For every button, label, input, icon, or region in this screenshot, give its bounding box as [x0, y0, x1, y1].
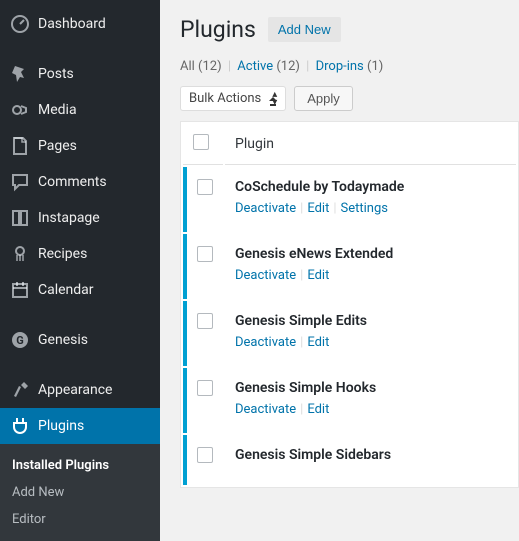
nav-label: Comments: [38, 174, 107, 190]
calendar-icon: [10, 280, 30, 300]
sidebar-item-recipes[interactable]: Recipes: [0, 236, 160, 272]
nav-label: Instapage: [38, 210, 100, 226]
sidebar-item-calendar[interactable]: Calendar: [0, 272, 160, 308]
row-actions: Deactivate|Edit: [235, 335, 506, 350]
select-all-checkbox[interactable]: [193, 134, 209, 150]
row-actions: Deactivate|Edit: [235, 268, 506, 283]
table-row: Genesis Simple Hooks Deactivate|Edit: [183, 368, 516, 433]
table-row: Genesis Simple Sidebars: [183, 435, 516, 485]
action-edit[interactable]: Edit: [307, 402, 329, 417]
genesis-icon: G: [10, 330, 30, 350]
action-settings[interactable]: Settings: [341, 201, 388, 216]
nav-label: Media: [38, 102, 77, 118]
column-plugin[interactable]: Plugin: [225, 124, 516, 165]
appearance-icon: [10, 380, 30, 400]
table-row: Genesis Simple Edits Deactivate|Edit: [183, 301, 516, 366]
sidebar-item-dashboard[interactable]: Dashboard: [0, 6, 160, 42]
action-deactivate[interactable]: Deactivate: [235, 268, 296, 283]
action-edit[interactable]: Edit: [307, 268, 329, 283]
row-checkbox[interactable]: [197, 313, 213, 329]
pin-icon: [10, 64, 30, 84]
filter-all[interactable]: All (12): [180, 59, 222, 74]
filter-dropins[interactable]: Drop-ins (1): [316, 59, 384, 74]
row-checkbox[interactable]: [197, 380, 213, 396]
sidebar-item-appearance[interactable]: Appearance: [0, 372, 160, 408]
action-edit[interactable]: Edit: [307, 335, 329, 350]
instapage-icon: [10, 208, 30, 228]
table-row: Genesis eNews Extended Deactivate|Edit: [183, 234, 516, 299]
comments-icon: [10, 172, 30, 192]
apply-button[interactable]: Apply: [294, 86, 353, 111]
nav-label: Posts: [38, 66, 74, 82]
sidebar-item-plugins[interactable]: Plugins: [0, 408, 160, 444]
plugins-icon: [10, 416, 30, 436]
row-actions: Deactivate|Edit: [235, 402, 506, 417]
plugin-name: Genesis Simple Edits: [235, 313, 506, 329]
nav-label: Pages: [38, 138, 77, 154]
nav-label: Plugins: [38, 418, 84, 434]
add-new-button[interactable]: Add New: [268, 17, 341, 42]
row-checkbox[interactable]: [197, 179, 213, 195]
nav-label: Calendar: [38, 282, 94, 298]
select-arrows-icon: ▴▾: [272, 91, 277, 107]
submenu-add-new[interactable]: Add New: [0, 479, 160, 506]
sidebar-item-pages[interactable]: Pages: [0, 128, 160, 164]
nav-label: Appearance: [38, 382, 112, 398]
action-deactivate[interactable]: Deactivate: [235, 402, 296, 417]
nav-label: Dashboard: [38, 16, 106, 32]
action-deactivate[interactable]: Deactivate: [235, 201, 296, 216]
bulk-actions-select[interactable]: Bulk Actions ▴▾: [180, 86, 286, 111]
nav-label: Recipes: [38, 246, 87, 262]
page-title: Plugins: [180, 16, 256, 43]
sidebar-item-posts[interactable]: Posts: [0, 56, 160, 92]
plugin-name: Genesis Simple Hooks: [235, 380, 506, 396]
sidebar-item-genesis[interactable]: G Genesis: [0, 322, 160, 358]
dashboard-icon: [10, 14, 30, 34]
plugin-name: CoSchedule by Todaymade: [235, 179, 506, 195]
media-icon: [10, 100, 30, 120]
filter-links: All (12) | Active (12) | Drop-ins (1): [180, 59, 519, 74]
submenu-editor[interactable]: Editor: [0, 506, 160, 533]
action-edit[interactable]: Edit: [307, 201, 329, 216]
submenu-installed-plugins[interactable]: Installed Plugins: [0, 452, 160, 479]
action-deactivate[interactable]: Deactivate: [235, 335, 296, 350]
sidebar-item-instapage[interactable]: Instapage: [0, 200, 160, 236]
admin-sidebar: Dashboard Posts Media Pages Comments Ins…: [0, 0, 160, 514]
main-content: Plugins Add New All (12) | Active (12) |…: [160, 0, 519, 514]
row-checkbox[interactable]: [197, 447, 213, 463]
plugin-name: Genesis Simple Sidebars: [235, 447, 506, 463]
table-row: CoSchedule by Todaymade Deactivate|Edit|S…: [183, 167, 516, 232]
bulk-actions-label: Bulk Actions: [189, 91, 261, 106]
plugins-table: Plugin CoSchedule by Todaymade Deactivate…: [180, 121, 519, 488]
svg-text:G: G: [16, 334, 24, 347]
sidebar-item-media[interactable]: Media: [0, 92, 160, 128]
page-icon: [10, 136, 30, 156]
plugins-submenu: Installed Plugins Add New Editor: [0, 444, 160, 541]
plugin-name: Genesis eNews Extended: [235, 246, 506, 262]
row-checkbox[interactable]: [197, 246, 213, 262]
nav-label: Genesis: [38, 332, 88, 348]
sidebar-item-comments[interactable]: Comments: [0, 164, 160, 200]
row-actions: Deactivate|Edit|Settings: [235, 201, 506, 216]
filter-active[interactable]: Active (12): [237, 59, 300, 74]
recipes-icon: [10, 244, 30, 264]
